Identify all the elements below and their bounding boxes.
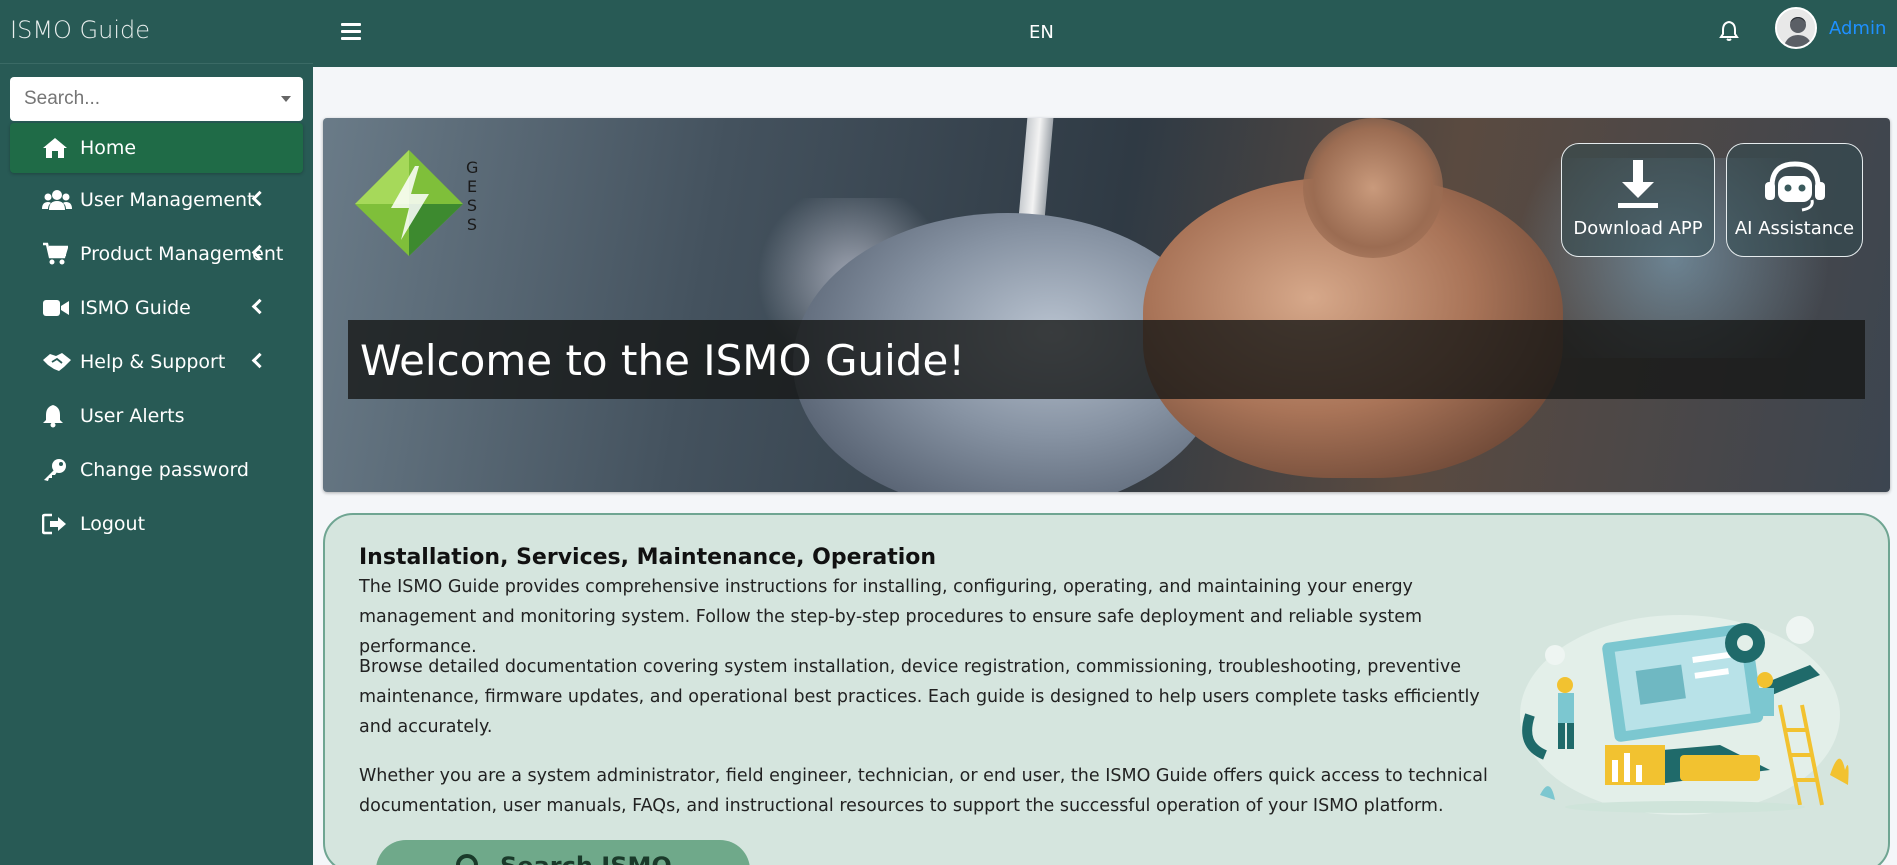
sidebar-item-help-support[interactable]: Help & Support xyxy=(10,335,303,389)
cart-icon xyxy=(42,241,72,267)
home-icon xyxy=(42,135,72,161)
chevron-down-icon[interactable] xyxy=(281,96,291,102)
chevron-left-icon xyxy=(251,352,268,369)
banner-photo-wrench xyxy=(1017,118,1055,229)
sidebar-item-label: User Management xyxy=(80,189,255,211)
search-icon xyxy=(456,854,478,865)
sidebar-search[interactable] xyxy=(10,77,303,121)
download-app-button[interactable]: Download APP xyxy=(1561,143,1715,257)
sidebar: ISMO Guide Home User Management Product … xyxy=(0,0,313,865)
sidebar-item-label: Help & Support xyxy=(80,351,226,373)
video-camera-icon xyxy=(42,295,72,321)
gess-logo-icon xyxy=(353,148,465,263)
info-paragraph: The ISMO Guide provides comprehensive in… xyxy=(359,577,1423,657)
language-selector[interactable]: EN xyxy=(1029,22,1054,43)
info-heading: Installation, Services, Maintenance, Ope… xyxy=(359,545,937,570)
sidebar-item-label: Logout xyxy=(80,513,146,535)
robot-headset-icon xyxy=(1727,158,1862,214)
search-ismo-label: Search ISMO xyxy=(500,852,672,865)
sidebar-item-label: Change password xyxy=(80,459,249,481)
sidebar-item-logout[interactable]: Logout xyxy=(10,497,303,551)
info-card: Installation, Services, Maintenance, Ope… xyxy=(323,513,1890,865)
handshake-icon xyxy=(42,349,72,375)
user-name-link[interactable]: Admin xyxy=(1829,18,1886,39)
notifications-bell-icon[interactable] xyxy=(1719,20,1739,47)
key-icon xyxy=(42,457,72,483)
user-avatar[interactable] xyxy=(1775,7,1817,49)
sidebar-nav: Home User Management Product Management … xyxy=(0,123,313,551)
hero-banner: G E S S Download APP AI Assistance Welco… xyxy=(323,118,1890,492)
download-app-label: Download APP xyxy=(1573,218,1703,239)
info-paragraph: Whether you are a system administrator, … xyxy=(359,766,1488,816)
ai-assistance-label: AI Assistance xyxy=(1734,218,1855,239)
sidebar-search-input[interactable] xyxy=(24,88,289,110)
hamburger-menu-icon[interactable] xyxy=(341,23,361,44)
sidebar-item-home[interactable]: Home xyxy=(10,123,303,173)
sidebar-item-label: Home xyxy=(80,137,137,159)
info-paragraph: Browse detailed documentation covering s… xyxy=(359,657,1480,737)
sidebar-item-ismo-guide[interactable]: ISMO Guide xyxy=(10,281,303,335)
logout-icon xyxy=(42,511,72,537)
welcome-heading: Welcome to the ISMO Guide! xyxy=(348,320,1865,399)
chevron-left-icon xyxy=(251,298,268,315)
sidebar-item-user-management[interactable]: User Management xyxy=(10,173,303,227)
sidebar-item-change-password[interactable]: Change password xyxy=(10,443,303,497)
sidebar-item-label: User Alerts xyxy=(80,405,185,427)
top-navbar: EN Admin xyxy=(313,0,1897,67)
app-brand[interactable]: ISMO Guide xyxy=(0,0,313,64)
bell-icon xyxy=(42,403,72,429)
users-icon xyxy=(42,187,72,213)
search-ismo-button[interactable]: Search ISMO xyxy=(376,840,750,865)
maintenance-illustration xyxy=(1510,595,1860,830)
ai-assistance-button[interactable]: AI Assistance xyxy=(1726,143,1863,257)
sidebar-item-product-management[interactable]: Product Management xyxy=(10,227,303,281)
banner-photo-thumb xyxy=(1303,118,1443,258)
sidebar-item-user-alerts[interactable]: User Alerts xyxy=(10,389,303,443)
download-icon xyxy=(1562,158,1714,214)
sidebar-item-label: ISMO Guide xyxy=(80,297,191,319)
gess-logo-text: G E S S xyxy=(466,158,479,234)
